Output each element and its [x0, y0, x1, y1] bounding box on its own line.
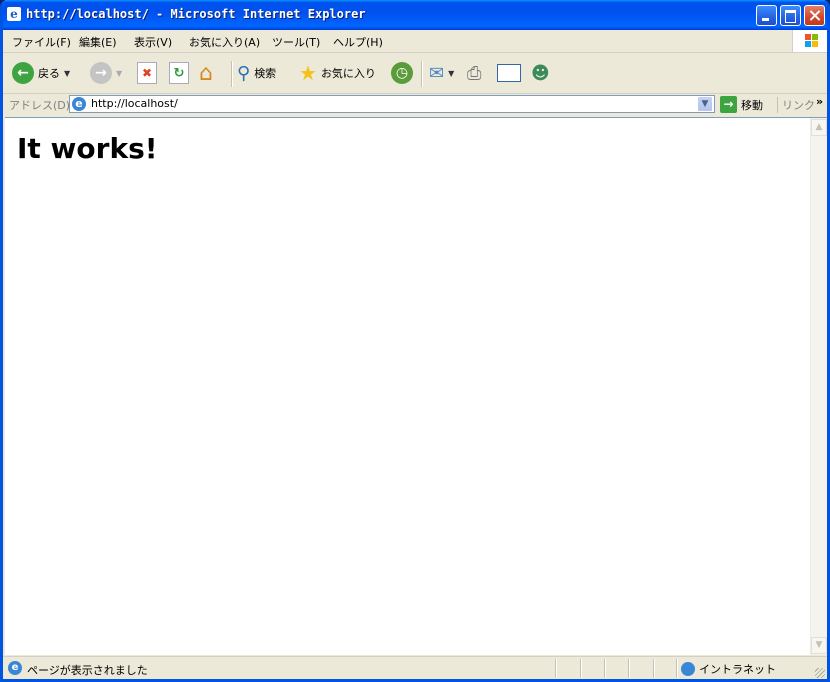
- status-bar: e ページが表示されました イントラネット: [3, 656, 827, 679]
- status-pane-divider: [580, 659, 582, 678]
- edit-icon: [497, 64, 521, 82]
- refresh-icon: ↻: [169, 62, 189, 84]
- status-pane-divider: [676, 659, 678, 678]
- go-button[interactable]: → 移動: [720, 96, 763, 113]
- home-button[interactable]: ⌂: [199, 59, 213, 87]
- mail-dropdown-icon[interactable]: ▼: [448, 69, 454, 78]
- search-button[interactable]: ⚲ 検索: [237, 59, 276, 87]
- status-text: ページが表示されました: [27, 664, 148, 677]
- stop-button[interactable]: ✖: [137, 59, 157, 87]
- scroll-down-icon[interactable]: ▼: [811, 637, 827, 654]
- page-heading: It works!: [17, 132, 158, 165]
- mail-button[interactable]: ✉ ▼: [429, 59, 454, 87]
- address-value: http://localhost/: [91, 97, 178, 110]
- title-bar[interactable]: e http://localhost/ - Microsoft Internet…: [3, 0, 827, 30]
- stop-icon: ✖: [137, 62, 157, 84]
- edit-button[interactable]: [497, 59, 521, 87]
- menu-file[interactable]: ファイル(F): [12, 34, 71, 50]
- status-pane-divider: [555, 659, 557, 678]
- address-input[interactable]: e http://localhost/ ▼: [69, 95, 715, 113]
- menu-help[interactable]: ヘルプ(H): [333, 34, 383, 50]
- address-dropdown-icon[interactable]: ▼: [697, 96, 713, 112]
- menu-tools[interactable]: ツール(T): [272, 34, 320, 50]
- status-pane-divider: [604, 659, 606, 678]
- print-button[interactable]: ⎙: [467, 59, 481, 87]
- maximize-button[interactable]: [780, 5, 801, 26]
- back-dropdown-icon[interactable]: ▼: [64, 69, 70, 78]
- close-button[interactable]: [804, 5, 825, 26]
- favorites-label: お気に入り: [320, 67, 376, 80]
- menu-view[interactable]: 表示(V): [134, 34, 172, 50]
- go-label: 移動: [741, 98, 763, 112]
- star-icon: ★: [299, 61, 317, 85]
- address-label: アドレス(D): [9, 99, 71, 112]
- back-button[interactable]: ← 戻る ▼: [12, 59, 70, 87]
- search-icon: ⚲: [237, 62, 251, 84]
- security-zone[interactable]: イントラネット: [681, 661, 776, 677]
- links-label[interactable]: リンク: [777, 97, 815, 113]
- toolbar-separator: [421, 61, 423, 87]
- go-arrow-icon: →: [720, 96, 737, 113]
- page-icon: e: [72, 97, 86, 111]
- page-content: It works! ▲ ▼: [5, 117, 827, 655]
- back-arrow-icon: ←: [12, 62, 34, 84]
- messenger-icon: ☻: [531, 62, 550, 84]
- toolbar-separator: [231, 61, 233, 87]
- menu-bar: ファイル(F) 編集(E) 表示(V) お気に入り(A) ツール(T) ヘルプ(…: [3, 30, 827, 53]
- messenger-button[interactable]: ☻: [531, 59, 550, 87]
- mail-icon: ✉: [429, 62, 445, 84]
- scroll-up-icon[interactable]: ▲: [811, 119, 827, 136]
- status-pane-divider: [628, 659, 630, 678]
- search-label: 検索: [254, 67, 277, 80]
- history-button[interactable]: ◷: [391, 59, 413, 87]
- toolbar: ← 戻る ▼ → ▼ ✖ ↻ ⌂ ⚲ 検索 ★ お気に入り ◷ ✉ ▼ ⎙ ☻: [3, 53, 827, 94]
- menu-edit[interactable]: 編集(E): [79, 34, 117, 50]
- refresh-button[interactable]: ↻: [169, 59, 189, 87]
- forward-dropdown-icon[interactable]: ▼: [116, 69, 122, 78]
- page-status-icon: e: [8, 661, 22, 675]
- home-icon: ⌂: [199, 60, 213, 86]
- window-title: http://localhost/ - Microsoft Internet E…: [26, 7, 366, 21]
- address-bar: アドレス(D) e http://localhost/ ▼ → 移動 リンク »: [3, 94, 827, 116]
- forward-button[interactable]: → ▼: [90, 59, 122, 87]
- vertical-scrollbar[interactable]: ▲ ▼: [810, 118, 827, 655]
- status-pane-divider: [653, 659, 655, 678]
- favorites-button[interactable]: ★ お気に入り: [299, 59, 376, 87]
- printer-icon: ⎙: [467, 62, 482, 84]
- history-icon: ◷: [391, 62, 413, 84]
- ie-icon: e: [7, 7, 21, 21]
- browser-window: e http://localhost/ - Microsoft Internet…: [0, 0, 830, 682]
- forward-arrow-icon: →: [90, 62, 112, 84]
- menu-favorites[interactable]: お気に入り(A): [189, 34, 260, 50]
- zone-label: イントラネット: [699, 663, 776, 676]
- links-chevron-icon[interactable]: »: [816, 95, 823, 108]
- resize-grip[interactable]: [815, 668, 825, 678]
- windows-logo-icon: [792, 30, 827, 52]
- back-label: 戻る: [38, 67, 60, 80]
- minimize-button[interactable]: [756, 5, 777, 26]
- intranet-globe-icon: [681, 662, 695, 676]
